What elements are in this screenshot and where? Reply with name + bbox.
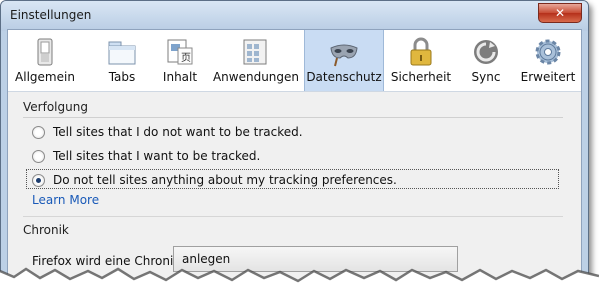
tab-label: Sync [471, 70, 501, 84]
switch-icon [37, 38, 53, 66]
tab-label: Inhalt [162, 70, 198, 84]
tab-tabs[interactable]: Tabs [94, 30, 150, 91]
tab-allgemein[interactable]: Allgemein [12, 30, 78, 91]
tab-label: Sicherheit [390, 70, 452, 84]
focus-outline [26, 169, 559, 189]
tab-label: Allgemein [15, 70, 75, 84]
tab-sicherheit[interactable]: Sicherheit [388, 30, 454, 91]
sync-icon [474, 40, 498, 64]
title-bar[interactable]: Einstellungen ✕ [1, 1, 588, 31]
learn-more-link[interactable]: Learn More [32, 193, 99, 207]
svg-text:页: 页 [181, 52, 191, 64]
window-title: Einstellungen [10, 8, 92, 22]
privacy-mask-icon [330, 44, 358, 67]
radio-button[interactable] [32, 149, 45, 163]
option-label: Tell sites that I do not want to be trac… [53, 125, 303, 139]
window-client: Allgemein Tabs 页 Inhalt Anwendungen Date… [7, 29, 582, 284]
tab-label: Tabs [108, 70, 136, 84]
tab-label: Anwendungen [212, 70, 300, 84]
group-divider [23, 117, 563, 118]
padlock-icon [410, 37, 432, 66]
history-group-title: Chronik [23, 223, 69, 237]
tracking-option-track[interactable]: Tell sites that I want to be tracked. [32, 147, 260, 165]
gear-icon [535, 39, 561, 65]
content-page-icon: 页 [167, 39, 193, 65]
tracking-option-do-not-track[interactable]: Tell sites that I do not want to be trac… [32, 123, 303, 141]
option-label: Tell sites that I want to be tracked. [53, 149, 261, 163]
tabs-window-icon [108, 41, 136, 65]
tab-label: Erweitert [520, 70, 576, 84]
tracking-group-title: Verfolgung [23, 100, 88, 114]
torn-edge-decoration [0, 267, 599, 299]
tab-datenschutz[interactable]: Datenschutz [304, 30, 384, 91]
radio-button[interactable] [32, 125, 45, 139]
tab-anwendungen[interactable]: Anwendungen [212, 30, 300, 91]
preferences-window: Einstellungen ✕ Allgemein Tabs 页 Inhalt … [0, 0, 589, 285]
close-icon: ✕ [554, 6, 566, 20]
tab-inhalt[interactable]: 页 Inhalt [154, 30, 206, 91]
tab-sync[interactable]: Sync [460, 30, 512, 91]
close-button[interactable]: ✕ [538, 3, 582, 23]
tab-label: Datenschutz [306, 70, 382, 84]
applications-icon [243, 39, 267, 65]
tab-erweitert[interactable]: Erweitert [516, 30, 580, 91]
preferences-toolbar: Allgemein Tabs 页 Inhalt Anwendungen Date… [8, 30, 581, 92]
